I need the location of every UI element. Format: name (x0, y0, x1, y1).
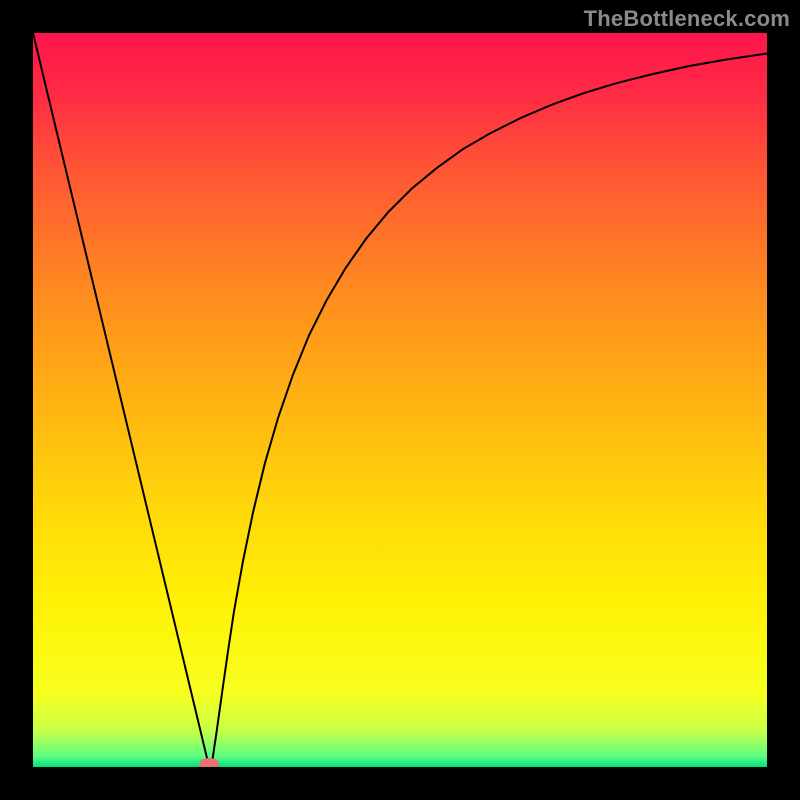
plot-area (33, 33, 767, 767)
chart-svg (33, 33, 767, 767)
watermark-text: TheBottleneck.com (584, 6, 790, 32)
gradient-background (33, 33, 767, 767)
chart-container: TheBottleneck.com (0, 0, 800, 800)
